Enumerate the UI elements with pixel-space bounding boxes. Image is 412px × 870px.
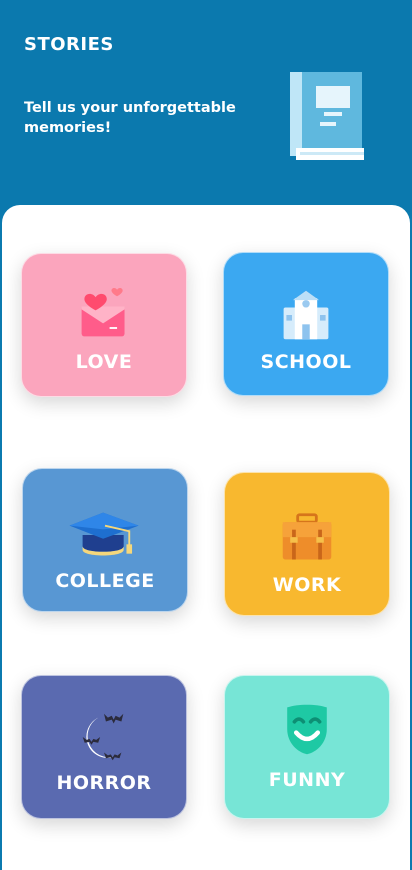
category-card-school[interactable]: SCHOOL	[223, 252, 389, 396]
book-icon	[290, 72, 364, 160]
category-label-love: LOVE	[75, 351, 133, 373]
graduation-cap-icon	[69, 512, 139, 556]
page-title: STORIES	[24, 34, 114, 55]
love-letter-icon	[81, 288, 125, 337]
briefcase-icon	[282, 513, 332, 560]
school-building-icon	[283, 290, 329, 340]
category-label-school: SCHOOL	[260, 351, 352, 373]
page-subtitle: Tell us your unforgettable memories!	[24, 100, 236, 136]
category-label-work: WORK	[272, 574, 342, 596]
comedy-mask-icon	[287, 704, 327, 755]
category-card-work[interactable]: WORK	[224, 472, 390, 616]
moon-bats-icon	[82, 713, 124, 761]
category-card-horror[interactable]: HORROR	[21, 675, 187, 819]
category-label-college: COLLEGE	[55, 570, 155, 592]
category-panel: LOVE SCHOOL COLLEGE WORK HORROR FUNNY	[2, 205, 410, 870]
category-card-funny[interactable]: FUNNY	[224, 675, 390, 819]
category-card-college[interactable]: COLLEGE	[22, 468, 188, 612]
category-label-funny: FUNNY	[268, 769, 346, 791]
header: STORIES Tell us your unforgettable memor…	[0, 0, 412, 212]
category-label-horror: HORROR	[56, 772, 152, 794]
category-card-love[interactable]: LOVE	[21, 253, 187, 397]
